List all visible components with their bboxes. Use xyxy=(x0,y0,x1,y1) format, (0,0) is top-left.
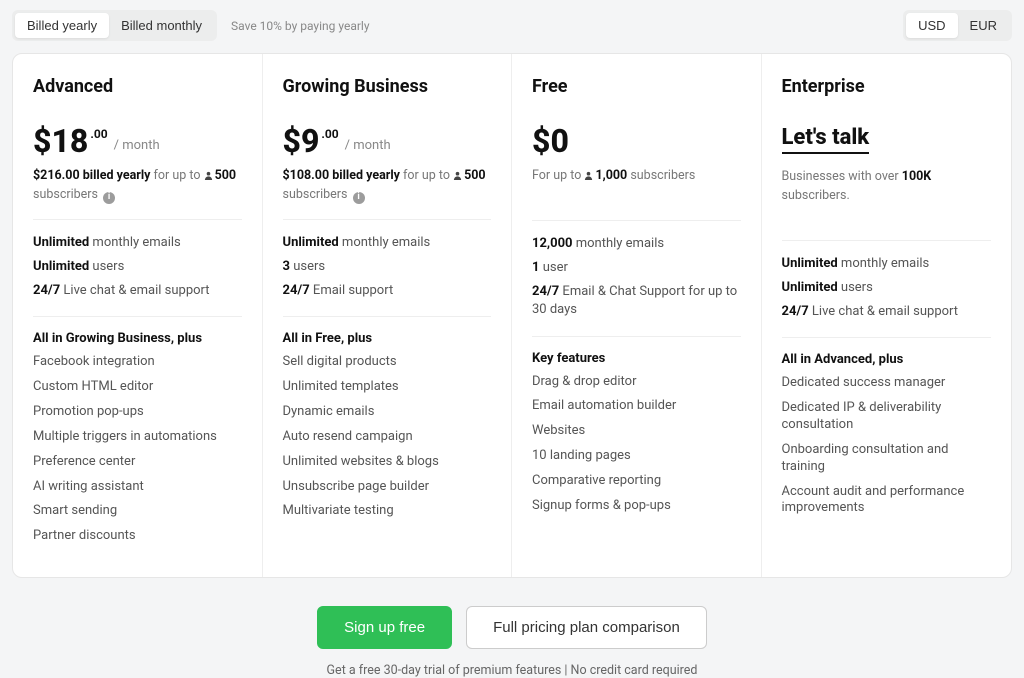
plan-free: Free $0 For up to 1,000 subscribers 12,0… xyxy=(512,54,762,577)
feature-list: Sell digital products Unlimited templates… xyxy=(283,354,492,528)
feature-item: Preference center xyxy=(33,454,242,471)
feature-item: Promotion pop-ups xyxy=(33,404,242,421)
person-icon xyxy=(453,171,462,180)
billed-monthly-button[interactable]: Billed monthly xyxy=(109,13,214,38)
price-main: $9 xyxy=(283,125,320,157)
topbar: Billed yearly Billed monthly Save 10% by… xyxy=(12,10,1012,41)
price-row: $18 .00 / month xyxy=(33,125,242,157)
plan-enterprise: Enterprise Let's talk Businesses with ov… xyxy=(762,54,1012,577)
feature-item: Custom HTML editor xyxy=(33,379,242,396)
price-row: $0 xyxy=(532,125,741,157)
feature-list: Dedicated success manager Dedicated IP & … xyxy=(782,375,992,525)
feature-list: Facebook integration Custom HTML editor Pr… xyxy=(33,354,242,553)
billing-toggle: Billed yearly Billed monthly xyxy=(12,10,217,41)
plan-name: Enterprise xyxy=(782,76,992,97)
feature-item: Dedicated IP & deliverability consultati… xyxy=(782,400,992,434)
users-line: Unlimited users xyxy=(33,258,242,276)
info-icon[interactable]: i xyxy=(353,192,365,204)
users-line: 1 user xyxy=(532,259,741,277)
plans-grid: Advanced $18 .00 / month $216.00 billed … xyxy=(12,53,1012,578)
support-line: 24/7 Live chat & email support xyxy=(782,303,992,321)
sign-up-free-button[interactable]: Sign up free xyxy=(317,606,452,649)
separator xyxy=(532,220,741,221)
plan-growing-business: Growing Business $9 .00 / month $108.00 … xyxy=(263,54,513,577)
feature-item: Dynamic emails xyxy=(283,404,492,421)
separator xyxy=(283,219,492,220)
subscriber-line: For up to 1,000 subscribers xyxy=(532,167,741,186)
price-main: $0 xyxy=(532,125,569,157)
feature-item: Facebook integration xyxy=(33,354,242,371)
separator xyxy=(283,316,492,317)
feature-item: Sell digital products xyxy=(283,354,492,371)
feature-item: Auto resend campaign xyxy=(283,429,492,446)
separator xyxy=(532,336,741,337)
feature-item: Comparative reporting xyxy=(532,473,741,490)
feature-item: Multiple triggers in automations xyxy=(33,429,242,446)
separator xyxy=(33,219,242,220)
currency-usd-button[interactable]: USD xyxy=(906,13,957,38)
price-cents: .00 xyxy=(90,127,107,141)
billed-yearly-button[interactable]: Billed yearly xyxy=(15,13,109,38)
currency-eur-button[interactable]: EUR xyxy=(958,13,1009,38)
separator xyxy=(782,240,992,241)
currency-toggle: USD EUR xyxy=(903,10,1012,41)
users-line: Unlimited users xyxy=(782,279,992,297)
full-comparison-button[interactable]: Full pricing plan comparison xyxy=(466,606,707,649)
price-per: / month xyxy=(345,138,391,153)
emails-line: Unlimited monthly emails xyxy=(33,234,242,252)
emails-line: Unlimited monthly emails xyxy=(283,234,492,252)
price-row: $9 .00 / month xyxy=(283,125,492,157)
support-line: 24/7 Email support xyxy=(283,282,492,300)
plan-advanced: Advanced $18 .00 / month $216.00 billed … xyxy=(13,54,263,577)
feature-item: Onboarding consultation and training xyxy=(782,442,992,476)
users-line: 3 users xyxy=(283,258,492,276)
feature-item: Unlimited templates xyxy=(283,379,492,396)
feature-item: Smart sending xyxy=(33,503,242,520)
feature-item: Websites xyxy=(532,423,741,440)
features-title: All in Growing Business, plus xyxy=(33,331,242,346)
feature-item: Email automation builder xyxy=(532,398,741,415)
feature-list: Drag & drop editor Email automation build… xyxy=(532,374,741,523)
billed-line: $216.00 billed yearly for up to 500 subs… xyxy=(33,167,242,205)
lets-talk-link[interactable]: Let's talk xyxy=(782,125,870,154)
separator xyxy=(33,316,242,317)
footnote: Get a free 30-day trial of premium featu… xyxy=(12,663,1012,678)
feature-item: Unsubscribe page builder xyxy=(283,479,492,496)
separator xyxy=(782,337,992,338)
feature-item: Account audit and performance improvemen… xyxy=(782,484,992,518)
person-icon xyxy=(584,171,593,180)
price-main: $18 xyxy=(33,125,88,157)
plan-name: Free xyxy=(532,76,741,97)
person-icon xyxy=(204,171,213,180)
billed-line: $108.00 billed yearly for up to 500 subs… xyxy=(283,167,492,205)
price-per: / month xyxy=(114,138,160,153)
feature-item: Signup forms & pop-ups xyxy=(532,498,741,515)
subscriber-line: Businesses with over 100K subscribers. xyxy=(782,168,992,206)
feature-item: 10 landing pages xyxy=(532,448,741,465)
feature-item: Multivariate testing xyxy=(283,503,492,520)
features-title: All in Free, plus xyxy=(283,331,492,346)
support-line: 24/7 Live chat & email support xyxy=(33,282,242,300)
emails-line: Unlimited monthly emails xyxy=(782,255,992,273)
feature-item: Partner discounts xyxy=(33,528,242,545)
save-note: Save 10% by paying yearly xyxy=(231,19,370,33)
emails-line: 12,000 monthly emails xyxy=(532,235,741,253)
price-cents: .00 xyxy=(321,127,338,141)
info-icon[interactable]: i xyxy=(103,192,115,204)
feature-item: AI writing assistant xyxy=(33,479,242,496)
cta-row: Sign up free Full pricing plan compariso… xyxy=(12,606,1012,649)
features-title: All in Advanced, plus xyxy=(782,352,992,367)
plan-name: Advanced xyxy=(33,76,242,97)
feature-item: Unlimited websites & blogs xyxy=(283,454,492,471)
feature-item: Dedicated success manager xyxy=(782,375,992,392)
plan-name: Growing Business xyxy=(283,76,492,97)
feature-item: Drag & drop editor xyxy=(532,374,741,391)
features-title: Key features xyxy=(532,351,741,366)
support-line: 24/7 Email & Chat Support for up to 30 d… xyxy=(532,283,741,319)
